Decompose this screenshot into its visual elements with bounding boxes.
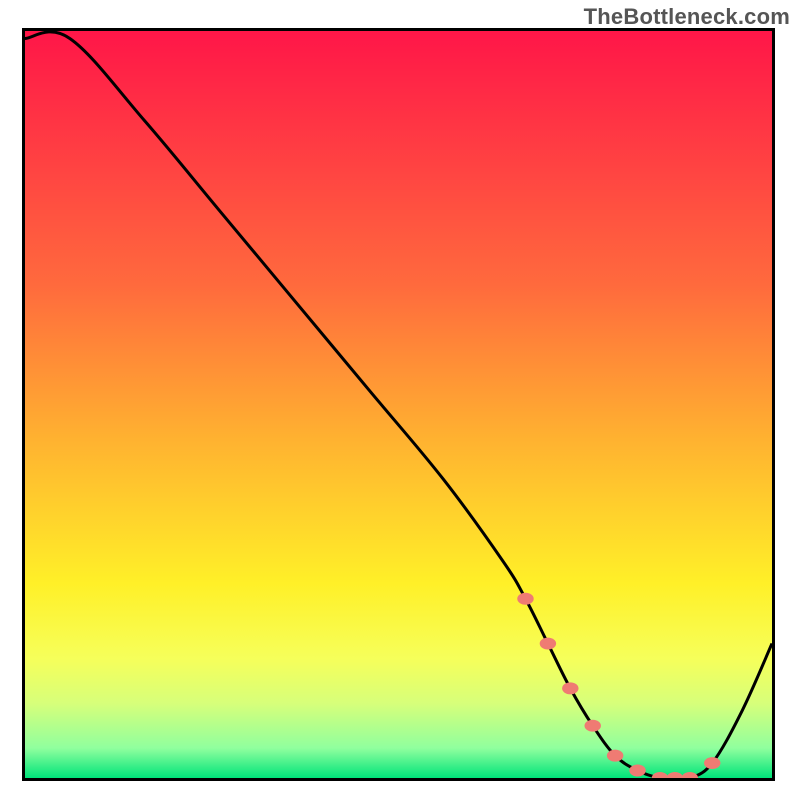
- emphasis-dot: [540, 638, 556, 650]
- emphasis-dot: [517, 593, 533, 605]
- emphasis-dot: [704, 757, 720, 769]
- bottleneck-curve: [25, 32, 772, 778]
- plot-area: [22, 28, 775, 781]
- chart-stage: TheBottleneck.com: [0, 0, 800, 800]
- bottleneck-curve-layer: [25, 31, 772, 778]
- watermark-label: TheBottleneck.com: [584, 4, 790, 30]
- emphasis-dot: [652, 772, 668, 778]
- emphasis-dot: [667, 772, 683, 778]
- emphasis-dot: [562, 682, 578, 694]
- emphasis-dot: [607, 750, 623, 762]
- emphasis-dots: [517, 593, 720, 778]
- emphasis-dot: [585, 720, 601, 732]
- emphasis-dot: [682, 772, 698, 778]
- emphasis-dot: [629, 765, 645, 777]
